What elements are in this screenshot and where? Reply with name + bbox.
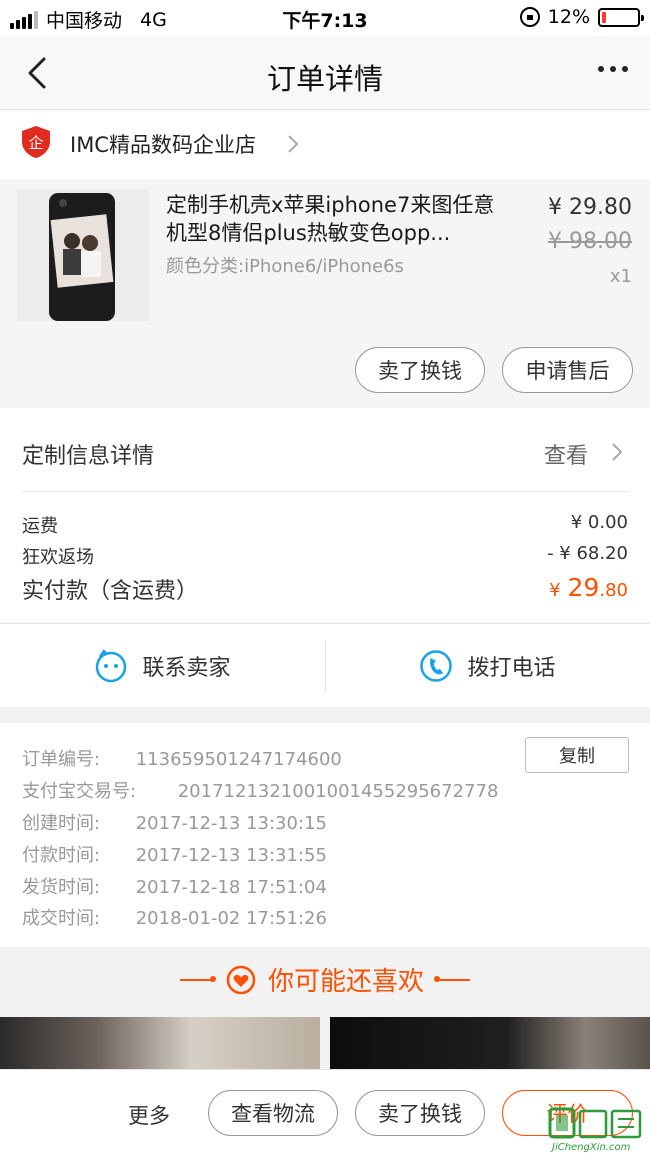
- alipay-trade-value: 2017121321001001455295672778: [177, 781, 499, 802]
- paid-decimal: .80: [599, 580, 628, 601]
- view-custom-info-link[interactable]: 查看: [544, 438, 588, 470]
- watermark-text: JiChengXin.com: [552, 1142, 631, 1153]
- alipay-trade-row: 支付宝交易号: 2017121321001001455295672778: [22, 777, 498, 803]
- shipped-time-label: 发货时间:: [22, 877, 101, 898]
- watermark-logo: JiChengXin.com: [548, 1107, 644, 1153]
- call-phone-label: 拨打电话: [467, 656, 556, 681]
- decorative-line: [179, 975, 216, 982]
- shipping-value: ¥ 0.00: [570, 512, 628, 533]
- page-title: 订单详情: [266, 62, 383, 96]
- custom-info-label: 定制信息详情: [22, 444, 155, 469]
- paid-amount: ¥ 29.80: [549, 573, 628, 605]
- paid-integer: 29: [567, 573, 600, 602]
- created-time-label: 创建时间:: [22, 813, 101, 834]
- product-card[interactable]: 定制手机壳x苹果iphone7来图任意机型8情侣plus热敏变色opp... 颜…: [0, 179, 650, 408]
- more-dots-icon[interactable]: [598, 66, 628, 72]
- copy-order-number-button[interactable]: 复制: [525, 737, 629, 773]
- call-phone-button[interactable]: 拨打电话: [325, 624, 650, 708]
- recommend-item-image[interactable]: [0, 1017, 320, 1069]
- carnival-discount-row: 狂欢返场 - ¥ 68.20: [22, 543, 628, 569]
- apply-after-sale-button[interactable]: 申请售后: [502, 347, 633, 393]
- product-image[interactable]: [17, 189, 149, 321]
- battery-icon: [598, 7, 644, 27]
- chat-face-icon: [96, 649, 127, 683]
- created-time-row: 创建时间: 2017-12-13 13:30:15: [22, 809, 327, 835]
- phone-icon: [420, 650, 453, 682]
- product-spec: 颜色分类:iPhone6/iPhone6s: [166, 256, 404, 277]
- paid-total-row: 实付款（含运费） ¥ 29.80: [22, 573, 628, 605]
- chevron-right-icon[interactable]: [610, 441, 624, 463]
- nav-bar: 订单详情: [0, 36, 650, 110]
- product-title[interactable]: 定制手机壳x苹果iphone7来图任意机型8情侣plus热敏变色opp...: [166, 191, 506, 247]
- status-bar: 中国移动 4G 下午7:13 12%: [0, 0, 650, 36]
- contact-seller-label: 联系卖家: [142, 656, 231, 681]
- contact-seller-button[interactable]: 联系卖家: [0, 624, 325, 708]
- decorative-line: [434, 975, 470, 982]
- paid-time-label: 付款时间:: [22, 845, 101, 866]
- created-time-value: 2017-12-13 13:30:15: [135, 813, 327, 834]
- recommend-list: [0, 1017, 650, 1069]
- shipped-time-row: 发货时间: 2017-12-18 17:51:04: [22, 873, 327, 899]
- view-logistics-button[interactable]: 查看物流: [208, 1090, 338, 1136]
- heart-icon: [226, 965, 256, 994]
- custom-info-section: 定制信息详情 查看 运费 ¥ 0.00 狂欢返场 - ¥ 68.20 实付款（含…: [0, 408, 650, 622]
- rotation-lock-icon: [519, 7, 540, 27]
- paid-currency: ¥: [549, 580, 561, 601]
- product-quantity: x1: [609, 266, 632, 287]
- shop-name: IMC精品数码企业店: [70, 133, 256, 157]
- paid-label: 实付款（含运费）: [22, 579, 199, 604]
- alipay-trade-label: 支付宝交易号:: [22, 781, 137, 802]
- contact-bar: 联系卖家 拨打电话: [0, 623, 650, 707]
- carnival-value: - ¥ 68.20: [547, 543, 628, 564]
- chevron-right-icon: [288, 135, 299, 153]
- carnival-label: 狂欢返场: [22, 547, 94, 568]
- divider: [22, 491, 628, 492]
- sell-for-cash-button[interactable]: 卖了换钱: [355, 1090, 485, 1136]
- recommend-item-image[interactable]: [330, 1017, 650, 1069]
- watermark-icon: [548, 1107, 642, 1139]
- shipping-label: 运费: [22, 516, 58, 537]
- completed-time-row: 成交时间: 2018-01-02 17:51:26: [22, 904, 327, 930]
- completed-time-value: 2018-01-02 17:51:26: [135, 908, 327, 929]
- completed-time-label: 成交时间:: [22, 908, 101, 929]
- shipped-time-value: 2017-12-18 17:51:04: [135, 877, 327, 898]
- order-number-value: 113659501247174600: [135, 749, 342, 770]
- order-info-section: 复制 订单编号: 113659501247174600 支付宝交易号: 2017…: [0, 723, 650, 947]
- shipping-row: 运费 ¥ 0.00: [22, 512, 628, 538]
- sell-for-cash-button[interactable]: 卖了换钱: [355, 347, 485, 393]
- product-original-price: ¥ 98.00: [548, 229, 632, 254]
- more-button[interactable]: 更多: [128, 1100, 170, 1130]
- recommend-header: 你可能还喜欢: [0, 947, 650, 1017]
- enterprise-badge-icon: 企: [22, 126, 50, 158]
- svg-text:企: 企: [28, 134, 43, 152]
- order-number-label: 订单编号:: [22, 749, 101, 770]
- phone-case-image: [49, 193, 115, 321]
- shop-row[interactable]: 企 IMC精品数码企业店: [0, 111, 650, 179]
- order-number-row: 订单编号: 113659501247174600: [22, 745, 342, 771]
- product-price: ¥ 29.80: [548, 195, 632, 220]
- battery-percent: 12%: [547, 6, 590, 28]
- paid-time-row: 付款时间: 2017-12-13 13:31:55: [22, 841, 327, 867]
- recommend-title: 你可能还喜欢: [267, 967, 424, 997]
- paid-time-value: 2017-12-13 13:31:55: [135, 845, 327, 866]
